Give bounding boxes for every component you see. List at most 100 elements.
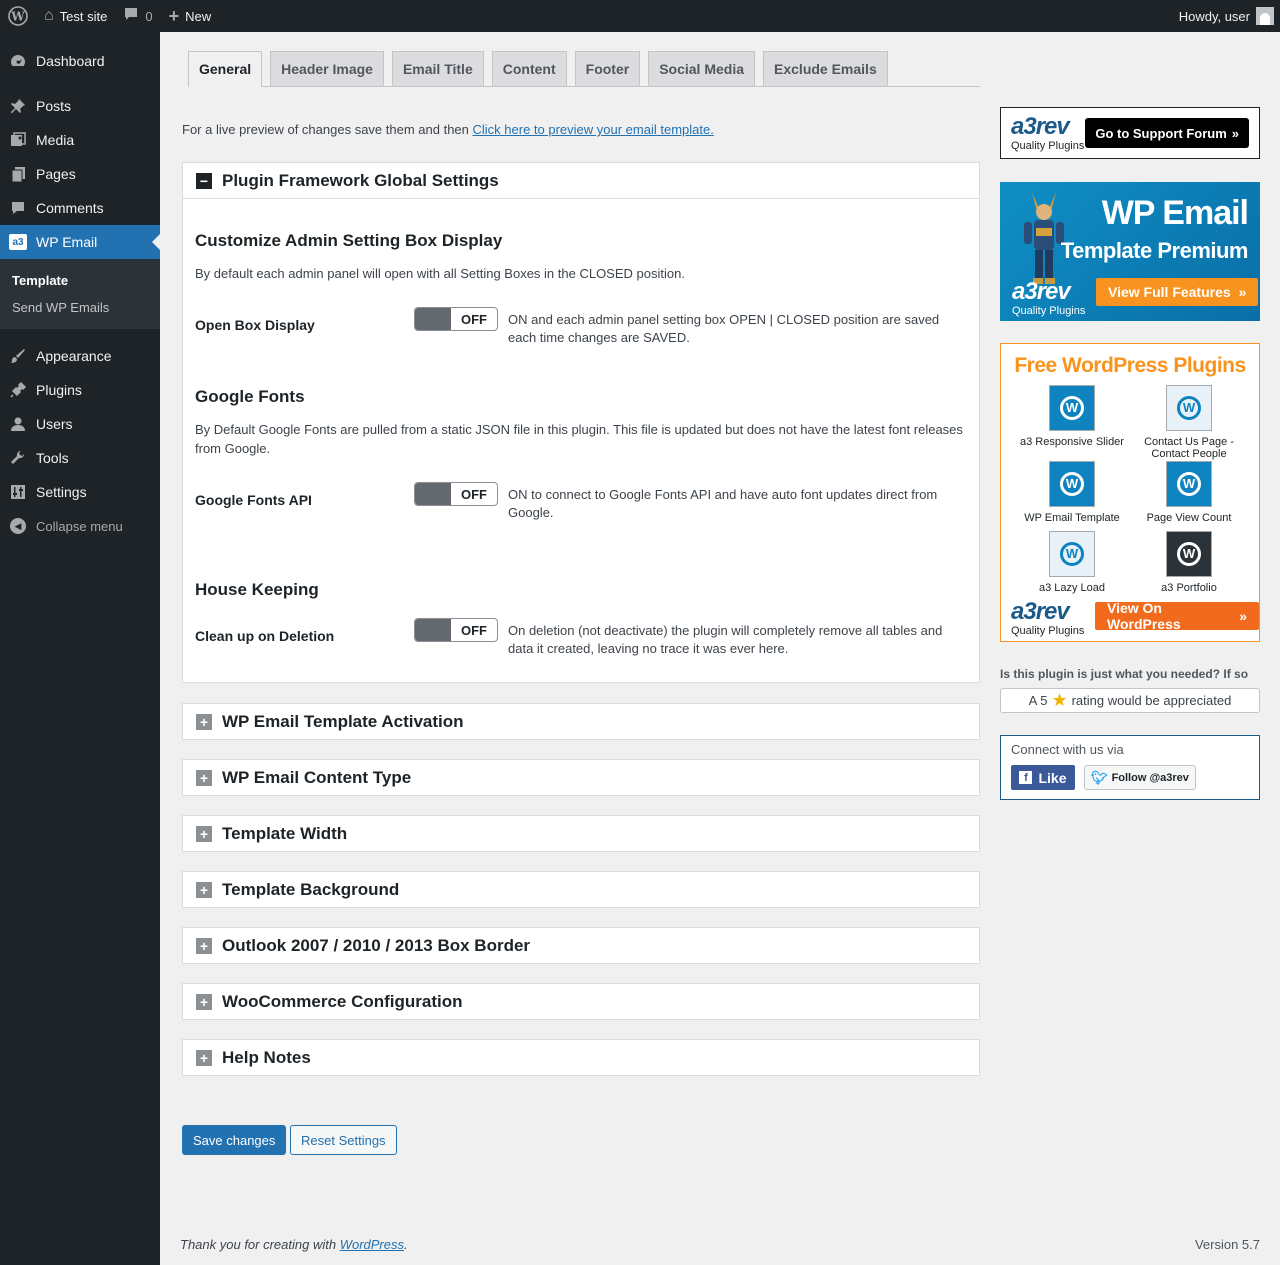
box-woocommerce-configuration[interactable]: + WooCommerce Configuration (182, 983, 980, 1020)
premium-subtitle: Template Premium (1060, 238, 1249, 263)
box-help-notes[interactable]: + Help Notes (182, 1039, 980, 1076)
rating-link[interactable]: A 5 ★ rating would be appreciated (1000, 688, 1260, 713)
clean-up-on-deletion-switch[interactable]: OFF (414, 618, 498, 642)
box-template-width[interactable]: + Template Width (182, 815, 980, 852)
sidebar-label: Users (36, 416, 73, 432)
sidebar-item-wp-email[interactable]: a3 WP Email (0, 225, 160, 259)
switch-knob (415, 483, 451, 505)
wordpress-link[interactable]: WordPress (340, 1237, 404, 1252)
expand-icon[interactable]: + (196, 713, 212, 730)
view-full-features-button[interactable]: View Full Features » (1096, 278, 1259, 306)
plugin-a3-portfolio[interactable]: W a3 Portfolio (1134, 531, 1244, 594)
expand-icon[interactable]: + (196, 769, 212, 786)
tab-footer[interactable]: Footer (574, 51, 641, 87)
save-changes-button[interactable]: Save changes (182, 1125, 287, 1155)
sidebar-item-tools[interactable]: Tools (0, 441, 160, 475)
rating-question: Is this plugin is just what you needed? … (1000, 667, 1249, 681)
box-wp-email-template-activation[interactable]: + WP Email Template Activation (182, 703, 980, 740)
field-description: ON to connect to Google Fonts API and ha… (508, 487, 938, 520)
sidebar-label: Media (36, 132, 75, 148)
view-on-wordpress-label: View On WordPress (1107, 600, 1181, 632)
collapse-menu-button[interactable]: ◀ Collapse menu (0, 509, 160, 543)
submenu-item-send-wp-emails[interactable]: Send WP Emails (0, 294, 160, 321)
view-on-wordpress-button[interactable]: View On WordPress » (1095, 600, 1259, 632)
plugin-wp-email-template[interactable]: W WP Email Template (1017, 461, 1127, 524)
my-account[interactable]: Howdy, user (1179, 0, 1274, 32)
footer-thanks: Thank you for creating with WordPress. (180, 1237, 408, 1252)
a3rev-tagline: Quality Plugins (1011, 625, 1085, 637)
a3rev-logo-text: a3rev (1011, 598, 1070, 625)
plugin-contact-us-page[interactable]: W Contact Us Page - Contact People (1134, 385, 1244, 460)
tab-header-image[interactable]: Header Image (270, 51, 384, 87)
sidebar-label: Plugins (36, 382, 82, 398)
footer-version: Version 5.7 (1194, 1237, 1260, 1252)
sidebar-item-pages[interactable]: Pages (0, 157, 160, 191)
new-content-link[interactable]: + New (161, 0, 220, 32)
box-outlook-box-border[interactable]: + Outlook 2007 / 2010 / 2013 Box Border (182, 927, 980, 964)
wordpress-logo-icon[interactable]: W (0, 0, 36, 32)
twitter-follow-button[interactable]: 🐦︎ Follow @a3rev (1084, 765, 1196, 790)
sidebar-item-appearance[interactable]: Appearance (0, 339, 160, 373)
plugin-name: a3 Responsive Slider (1020, 436, 1124, 448)
comment-icon (8, 198, 28, 218)
page-view-count-icon: W (1166, 461, 1212, 507)
box-wp-email-content-type[interactable]: + WP Email Content Type (182, 759, 980, 796)
switch-state: OFF (461, 622, 487, 638)
google-fonts-api-switch[interactable]: OFF (414, 482, 498, 506)
sidebar-item-comments[interactable]: Comments (0, 191, 160, 225)
sidebar-item-dashboard[interactable]: Dashboard (0, 44, 160, 78)
sidebar-item-plugins[interactable]: Plugins (0, 373, 160, 407)
facebook-like-button[interactable]: f Like (1011, 765, 1075, 790)
a3rev-logo-text: a3rev (1012, 278, 1071, 305)
a3rev-tagline: Quality Plugins (1012, 305, 1086, 317)
expand-icon[interactable]: + (196, 993, 212, 1010)
portfolio-icon: W (1166, 531, 1212, 577)
free-plugins-panel: Free WordPress Plugins W a3 Responsive S… (1000, 343, 1260, 642)
wp-email-submenu: Template Send WP Emails (0, 259, 160, 329)
tab-exclude-emails[interactable]: Exclude Emails (763, 51, 888, 87)
sidebar-label: Settings (36, 484, 87, 500)
tab-content[interactable]: Content (491, 51, 567, 87)
preview-note: For a live preview of changes save them … (182, 122, 714, 137)
double-chevron-right-icon: » (1231, 125, 1239, 141)
sidebar-item-users[interactable]: Users (0, 407, 160, 441)
wrench-icon (8, 448, 28, 468)
plugin-page-view-count[interactable]: W Page View Count (1134, 461, 1244, 524)
sidebar-item-media[interactable]: Media (0, 123, 160, 157)
collapse-icon[interactable]: − (196, 172, 212, 189)
box-header[interactable]: − Plugin Framework Global Settings (183, 163, 979, 198)
sliders-icon (8, 482, 28, 502)
connect-title: Connect with us via (1011, 742, 1124, 757)
submenu-item-template[interactable]: Template (0, 267, 160, 294)
sidebar-item-posts[interactable]: Posts (0, 89, 160, 123)
box-template-background[interactable]: + Template Background (182, 871, 980, 908)
reset-settings-button[interactable]: Reset Settings (290, 1125, 397, 1155)
tab-email-title[interactable]: Email Title (391, 51, 484, 87)
open-box-display-switch[interactable]: OFF (414, 307, 498, 331)
expand-icon[interactable]: + (196, 1049, 212, 1066)
expand-icon[interactable]: + (196, 881, 212, 898)
plugin-a3-responsive-slider[interactable]: W a3 Responsive Slider (1017, 385, 1127, 448)
switch-knob (415, 619, 451, 641)
pages-icon (8, 164, 28, 184)
box-title: Template Width (222, 823, 348, 843)
field-description: On deletion (not deactivate) the plugin … (508, 623, 943, 656)
comments-count: 0 (145, 8, 153, 24)
box-title: WP Email Content Type (222, 767, 412, 787)
support-forum-button[interactable]: Go to Support Forum » (1085, 118, 1249, 148)
sidebar-label: Posts (36, 98, 72, 114)
site-name-link[interactable]: ⌂ Test site (36, 0, 115, 32)
free-plugins-title: Free WordPress Plugins (1014, 354, 1246, 377)
box-title: WooCommerce Configuration (222, 991, 463, 1011)
premium-banner[interactable]: WP Email Template Premium a3rev Quality … (1000, 182, 1260, 321)
sidebar-item-settings[interactable]: Settings (0, 475, 160, 509)
plugin-a3-lazy-load[interactable]: W a3 Lazy Load (1017, 531, 1127, 594)
expand-icon[interactable]: + (196, 825, 212, 842)
comments-link[interactable]: 0 (115, 0, 160, 32)
tab-social-media[interactable]: Social Media (648, 51, 756, 87)
media-icon (8, 130, 28, 150)
expand-icon[interactable]: + (196, 937, 212, 954)
tab-general[interactable]: General (188, 51, 263, 87)
connect-box: Connect with us via f Like 🐦︎ Follow @a3… (1000, 735, 1260, 800)
preview-link[interactable]: Click here to preview your email templat… (473, 122, 714, 137)
